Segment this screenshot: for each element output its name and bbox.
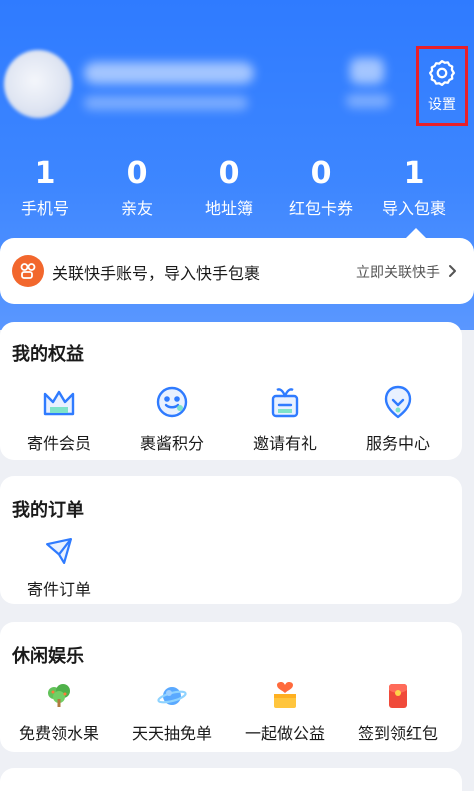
blurred-badge-label <box>346 94 390 108</box>
gift-icon <box>271 388 299 418</box>
benefit-service-center[interactable]: 服务中心 <box>343 382 453 454</box>
stat-label: 导入包裹 <box>381 199 446 218</box>
stat-phone[interactable]: 1 手机号 <box>0 155 90 221</box>
planet-icon <box>157 687 187 705</box>
blurred-user-subtitle <box>84 96 248 110</box>
stat-label: 红包卡券 <box>288 199 353 218</box>
stat-label: 地址簿 <box>204 199 253 218</box>
order-label: 寄件订单 <box>26 580 91 599</box>
leisure-free-fruit[interactable]: 免费领水果 <box>4 680 114 744</box>
leisure-label: 免费领水果 <box>18 724 99 743</box>
benefit-label: 寄件会员 <box>26 434 91 453</box>
stat-address-book[interactable]: 0 地址簿 <box>184 155 274 221</box>
blurred-badge <box>350 58 384 84</box>
link-banner-action[interactable]: 立即关联快手 <box>356 262 440 282</box>
next-section-card <box>0 768 462 791</box>
section-title: 我的权益 <box>12 344 84 365</box>
stat-value: 0 <box>126 156 148 191</box>
link-kuaishou-banner[interactable]: 关联快手账号，导入快手包裹 立即关联快手 <box>0 228 474 304</box>
stats-row: 1 手机号 0 亲友 0 地址簿 0 红包卡券 1 导入包裹 <box>0 155 474 225</box>
service-badge-icon <box>384 385 412 419</box>
order-send[interactable]: 寄件订单 <box>4 534 114 600</box>
leisure-charity[interactable]: 一起做公益 <box>230 680 340 744</box>
benefit-label: 邀请有礼 <box>252 434 317 453</box>
crown-icon <box>43 390 75 416</box>
gear-icon <box>429 60 455 86</box>
benefit-invite[interactable]: 邀请有礼 <box>230 382 340 454</box>
leisure-label: 一起做公益 <box>244 724 325 743</box>
paper-plane-icon <box>45 537 73 565</box>
red-envelope-icon <box>389 684 407 708</box>
stat-label: 手机号 <box>20 199 69 218</box>
section-title: 休闲娱乐 <box>12 646 84 667</box>
benefit-label: 裹酱积分 <box>139 434 204 453</box>
settings-label: 设置 <box>428 97 456 113</box>
leisure-label: 签到领红包 <box>357 724 438 743</box>
orders-card: 我的订单 寄件订单 <box>0 476 462 604</box>
benefit-points[interactable]: 裹酱积分 <box>117 382 227 454</box>
leisure-checkin-red-envelope[interactable]: 签到领红包 <box>343 680 453 744</box>
leisure-free-draw[interactable]: 天天抽免单 <box>117 680 227 744</box>
section-title: 我的订单 <box>12 500 84 521</box>
stat-import-packages[interactable]: 1 导入包裹 <box>369 155 459 221</box>
benefits-card: 我的权益 寄件会员 裹酱积分 邀请有礼 服务中心 <box>0 322 462 460</box>
stat-family[interactable]: 0 亲友 <box>92 155 182 221</box>
stat-value: 0 <box>310 156 332 191</box>
stat-label: 亲友 <box>120 199 153 218</box>
settings-button[interactable]: 设置 <box>416 46 468 126</box>
blurred-username <box>84 62 254 84</box>
leisure-label: 天天抽免单 <box>131 724 212 743</box>
leisure-card: 休闲娱乐 免费领水果 天天抽免单 一起做公益 签到领红包 <box>0 622 462 752</box>
smiley-icon <box>156 386 188 418</box>
chevron-right-icon <box>449 265 456 277</box>
stat-value: 1 <box>403 156 425 191</box>
kuaishou-logo-icon <box>12 255 44 287</box>
benefit-label: 服务中心 <box>365 434 430 453</box>
tree-icon <box>48 684 70 707</box>
heart-box-icon <box>274 682 296 708</box>
stat-coupons[interactable]: 0 红包卡券 <box>276 155 366 221</box>
stat-value: 1 <box>34 156 56 191</box>
avatar[interactable] <box>4 50 72 118</box>
stat-value: 0 <box>218 156 240 191</box>
link-banner-text: 关联快手账号，导入快手包裹 <box>52 264 261 283</box>
benefit-member[interactable]: 寄件会员 <box>4 382 114 454</box>
